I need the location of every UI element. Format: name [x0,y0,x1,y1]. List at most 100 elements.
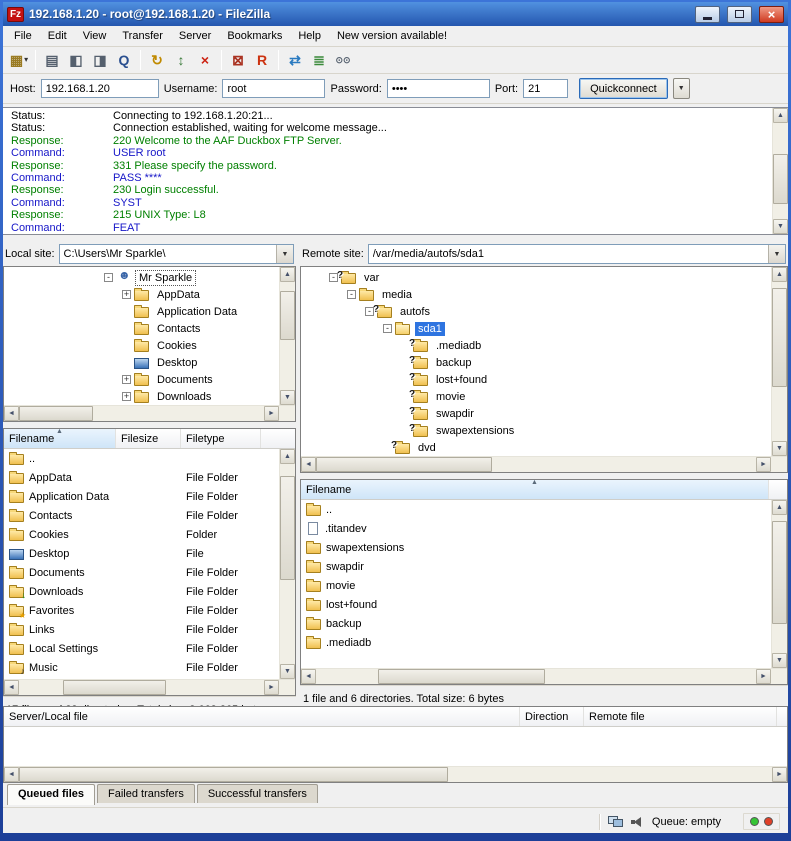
scroll-up-button[interactable]: ▲ [772,500,787,515]
scroll-up-button[interactable]: ▲ [772,267,787,282]
file-row-swapdir[interactable]: swapdir [301,557,771,576]
quickconnect-dropdown-button[interactable]: ▼ [673,78,690,99]
file-row-music[interactable]: MusicFile Folder [4,658,279,677]
expander-icon[interactable]: - [347,290,356,299]
menu-item-server[interactable]: Server [171,27,219,45]
menu-item-edit[interactable]: Edit [40,27,75,45]
tree-item-swapdir[interactable]: swapdir [301,405,771,422]
remote-path-dropdown-button[interactable]: ▼ [768,245,785,263]
scroll-up-button[interactable]: ▲ [280,267,295,282]
file-row-mediadb[interactable]: .mediadb [301,633,771,652]
menu-item-file[interactable]: File [6,27,40,45]
file-row-desktop[interactable]: DesktopFile [4,544,279,563]
file-row-lost-found[interactable]: lost+found [301,595,771,614]
toggle-remote-tree-icon[interactable]: ◨ [88,49,112,71]
local-path-input[interactable] [60,245,276,263]
local-list-scrollbar[interactable]: ▲▼ [279,449,295,679]
tree-item-documents[interactable]: +Documents [4,371,279,388]
expander-icon[interactable]: + [122,375,131,384]
log-scrollbar[interactable]: ▲▼ [772,108,788,234]
tree-item-mediadb[interactable]: .mediadb [301,337,771,354]
tree-item-desktop[interactable]: Desktop [4,354,279,371]
scroll-left-button[interactable]: ◄ [4,680,19,695]
scrollbar-thumb[interactable] [773,154,788,204]
column-header-direction[interactable]: Direction [520,707,584,726]
scrollbar-thumb[interactable] [280,291,295,341]
file-row-[interactable]: .. [4,449,279,468]
tree-item-media[interactable]: -media [301,286,771,303]
process-queue-icon[interactable]: ↕ [169,49,193,71]
site-manager-icon[interactable]: ▦▾ [7,49,31,71]
scroll-down-button[interactable]: ▼ [773,219,788,234]
scroll-left-button[interactable]: ◄ [301,669,316,684]
column-header-filename[interactable]: Filename [301,480,769,499]
menu-item-new-version-available[interactable]: New version available! [329,27,455,45]
column-header-filetype[interactable]: Filetype [181,429,261,448]
tree-item-application-data[interactable]: Application Data [4,303,279,320]
scroll-up-button[interactable]: ▲ [773,108,788,123]
file-row-links[interactable]: LinksFile Folder [4,620,279,639]
tab-queued-files[interactable]: Queued files [7,784,95,805]
scroll-left-button[interactable]: ◄ [301,457,316,472]
column-header-server-local-file[interactable]: Server/Local file [4,707,520,726]
tree-item-contacts[interactable]: Contacts [4,320,279,337]
remote-path-input[interactable] [369,245,768,263]
file-row-[interactable]: .. [301,500,771,519]
tree-item-mr-sparkle[interactable]: -Mr Sparkle [4,269,279,286]
quickconnect-button[interactable]: Quickconnect [579,78,668,99]
toggle-message-log-icon[interactable]: ▤ [40,49,64,71]
file-row-favorites[interactable]: FavoritesFile Folder [4,601,279,620]
scroll-up-button[interactable]: ▲ [280,449,295,464]
menu-item-transfer[interactable]: Transfer [114,27,171,45]
scrollbar-thumb[interactable] [316,457,492,472]
tree-item-var[interactable]: -var [301,269,771,286]
file-row-application-data[interactable]: Application DataFile Folder [4,487,279,506]
scroll-right-button[interactable]: ► [264,406,279,421]
tree-item-downloads[interactable]: +Downloads [4,388,279,405]
tree-item-lost-found[interactable]: lost+found [301,371,771,388]
file-row-contacts[interactable]: ContactsFile Folder [4,506,279,525]
menu-item-help[interactable]: Help [290,27,329,45]
tree-item-sda1[interactable]: -sda1 [301,320,771,337]
remote-tree-hscrollbar[interactable]: ◄► [301,456,787,472]
toggle-queue-icon[interactable]: Q [112,49,136,71]
scroll-left-button[interactable]: ◄ [4,406,19,421]
tree-item-movie[interactable]: movie [301,388,771,405]
tree-item-appdata[interactable]: +AppData [4,286,279,303]
local-tree-scrollbar[interactable]: ▲▼ [279,267,295,405]
menu-item-view[interactable]: View [75,27,115,45]
file-row-backup[interactable]: backup [301,614,771,633]
local-tree-hscrollbar[interactable]: ◄► [4,405,295,421]
tree-item-dvd[interactable]: dvd [301,439,771,456]
file-row-titandev[interactable]: .titandev [301,519,771,538]
column-header-filename[interactable]: Filename [4,429,116,448]
scroll-right-button[interactable]: ► [756,457,771,472]
remote-list-scrollbar[interactable]: ▲▼ [771,500,787,668]
scrollbar-thumb[interactable] [772,288,787,387]
file-row-local-settings[interactable]: Local SettingsFile Folder [4,639,279,658]
menu-item-bookmarks[interactable]: Bookmarks [219,27,290,45]
scroll-right-button[interactable]: ► [756,669,771,684]
queue-hscrollbar[interactable]: ◄► [4,766,787,782]
password-input[interactable] [387,79,490,98]
expander-icon[interactable]: + [122,392,131,401]
tab-successful-transfers[interactable]: Successful transfers [197,784,318,803]
remote-list-hscrollbar[interactable]: ◄► [301,668,787,684]
tree-item-swapextensions[interactable]: swapextensions [301,422,771,439]
scrollbar-thumb[interactable] [378,669,545,684]
scroll-down-button[interactable]: ▼ [280,664,295,679]
tree-item-backup[interactable]: backup [301,354,771,371]
reconnect-icon[interactable]: R [250,49,274,71]
scroll-down-button[interactable]: ▼ [280,390,295,405]
directory-comparison-icon[interactable]: ⇄ [283,49,307,71]
port-input[interactable] [523,79,568,98]
expander-icon[interactable]: - [383,324,392,333]
scroll-down-button[interactable]: ▼ [772,441,787,456]
cancel-icon[interactable]: × [193,49,217,71]
file-row-movie[interactable]: movie [301,576,771,595]
tree-item-autofs[interactable]: -autofs [301,303,771,320]
local-list-hscrollbar[interactable]: ◄► [4,679,295,695]
file-row-cookies[interactable]: CookiesFolder [4,525,279,544]
disconnect-icon[interactable]: ⊠ [226,49,250,71]
file-row-documents[interactable]: DocumentsFile Folder [4,563,279,582]
